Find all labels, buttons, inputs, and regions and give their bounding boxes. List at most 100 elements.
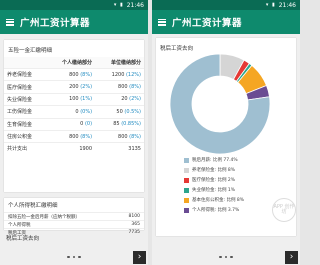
- company-amount: 800: [118, 84, 128, 91]
- company-amount: 3135: [128, 145, 141, 152]
- personal-cell: 800 (8%): [46, 67, 96, 81]
- legend-item: 税后月薪: 比例 77.4%: [184, 155, 244, 165]
- table-row: 失业保险金 100 (1%) 20 (2%): [4, 92, 144, 106]
- stage: ▾ ▮ 21:46 广州工资计算器 五险一金汇缴明细 个人缴纳部分 单位缴纳部分…: [0, 0, 300, 265]
- tax-card: 个人所得税汇缴明细 扣除五险一金后月薪（应纳个税额） 8100 个人所得税 365 税后…: [4, 198, 144, 236]
- legend-item: 个人所得税: 比例 3.7%: [184, 205, 244, 215]
- menu-icon[interactable]: [6, 18, 14, 26]
- row-label: 共计支出: [4, 142, 47, 155]
- table-row: 养老保险金 800 (8%) 1200 (12%): [4, 67, 144, 81]
- legend-label: 失业保险金: 比例 1%: [192, 188, 236, 193]
- next-button[interactable]: ›: [133, 251, 146, 264]
- page-indicator: [152, 251, 300, 263]
- legend-label: 税后月薪: 比例 77.4%: [192, 158, 238, 163]
- status-time: 21:46: [278, 1, 296, 9]
- aftertax-section-title: 税后工资去向: [6, 236, 40, 242]
- company-percent: (0.5%): [124, 108, 141, 115]
- company-cell: 20 (2%): [95, 92, 144, 106]
- legend-label: 基本住房公积金: 比例 8%: [192, 198, 245, 203]
- company-cell: 1200 (12%): [95, 67, 144, 81]
- company-percent: (0.85%): [121, 121, 141, 128]
- insurance-card: 五险一金汇缴明细 个人缴纳部分 单位缴纳部分 养老保险金 800 (8%) 1200…: [4, 40, 144, 192]
- company-percent: (8%): [129, 133, 141, 140]
- row-label: 失业保险金: [4, 92, 47, 106]
- personal-cell: 0 (0%): [46, 105, 96, 118]
- legend-item: 医疗保险金: 比例 2%: [184, 175, 244, 185]
- page-dot: [78, 255, 81, 259]
- status-bar: ▾ ▮ 21:46: [152, 0, 300, 10]
- app-bar: 广州工资计算器: [0, 10, 148, 34]
- legend-swatch: [184, 197, 189, 203]
- row-label: 工伤保险金: [4, 105, 47, 118]
- page-dot: [224, 255, 228, 259]
- personal-percent: (0%): [80, 108, 93, 115]
- page-indicator: [0, 251, 148, 263]
- watermark-logo: APP 创作坊: [272, 198, 296, 222]
- legend-swatch: [184, 157, 189, 163]
- legend-item: 失业保险金: 比例 1%: [184, 185, 244, 195]
- table-header-cell: 单位缴纳部分: [95, 57, 144, 69]
- legend-label: 养老保险金: 比例 8%: [192, 168, 236, 173]
- status-icons: ▾ ▮: [113, 2, 124, 8]
- personal-cell: 1900: [46, 142, 96, 155]
- table-row: 生育保险金 0 (0) 85 (0.85%): [4, 117, 144, 131]
- row-label: 生育保险金: [4, 117, 47, 131]
- row-label: 医疗保险金: [4, 80, 47, 94]
- app-title: 广州工资计算器: [20, 18, 91, 29]
- company-amount: 1200: [111, 71, 125, 78]
- company-percent: (12%): [125, 71, 141, 78]
- personal-amount: 100: [69, 96, 79, 103]
- company-amount: 50: [116, 108, 123, 115]
- chart-legend: 税后月薪: 比例 77.4% 养老保险金: 比例 8% 医疗保险金: 比例 2% 失业…: [184, 155, 244, 215]
- insurance-table: 个人缴纳部分 单位缴纳部分 养老保险金 800 (8%) 1200 (12%) 医疗保…: [4, 57, 144, 155]
- app-title: 广州工资计算器: [172, 18, 243, 29]
- company-cell: 800 (8%): [95, 129, 144, 143]
- status-time: 21:46: [126, 1, 144, 9]
- legend-swatch: [184, 177, 189, 183]
- table-header-cell: [4, 57, 47, 69]
- personal-cell: 100 (1%): [46, 92, 96, 106]
- personal-amount: 1900: [79, 145, 93, 152]
- page-dot: [219, 255, 222, 259]
- donut-chart-svg: [169, 53, 271, 155]
- table-header-cell: 个人缴纳部分: [46, 57, 96, 69]
- status-bar: ▾ ▮ 21:46: [0, 0, 148, 10]
- personal-percent: (8%): [80, 133, 93, 140]
- personal-cell: 800 (8%): [46, 129, 96, 143]
- personal-percent: (1%): [80, 96, 93, 103]
- table-row: 医疗保险金 200 (2%) 800 (8%): [4, 80, 144, 94]
- table-row: 工伤保险金 0 (0%) 50 (0.5%): [4, 105, 144, 118]
- right-screen: ▾ ▮ 21:46 广州工资计算器 税后工资去向 税后月薪: 比例 77.4% 养…: [152, 0, 300, 265]
- personal-cell: 200 (2%): [46, 80, 96, 94]
- company-amount: 85: [113, 121, 120, 128]
- tax-value: 365: [131, 221, 140, 227]
- row-label: 养老保险金: [4, 67, 47, 81]
- personal-amount: 800: [69, 133, 79, 140]
- page-dot: [230, 255, 233, 259]
- company-cell: 800 (8%): [95, 80, 144, 94]
- menu-icon[interactable]: [158, 18, 166, 26]
- tax-label: 扣除五险一金后月薪（应纳个税额）: [8, 214, 80, 220]
- table-header-row: 个人缴纳部分 单位缴纳部分: [4, 57, 144, 69]
- page-dot: [67, 255, 70, 259]
- company-cell: 3135: [95, 142, 144, 155]
- company-amount: 800: [118, 133, 128, 140]
- legend-item: 基本住房公积金: 比例 8%: [184, 195, 244, 205]
- donut-chart: [168, 52, 272, 156]
- company-percent: (8%): [129, 84, 141, 91]
- tax-value: 8100: [128, 213, 140, 219]
- tax-section-title: 个人所得税汇缴明细: [8, 203, 58, 209]
- personal-percent: (8%): [80, 71, 93, 78]
- page-dot: [72, 255, 76, 259]
- personal-amount: 200: [69, 84, 79, 91]
- legend-label: 医疗保险金: 比例 2%: [192, 178, 236, 183]
- insurance-table-body: 养老保险金 800 (8%) 1200 (12%) 医疗保险金 200 (2%) 800 …: [4, 67, 144, 155]
- company-cell: 85 (0.85%): [95, 117, 144, 131]
- company-percent: (2%): [129, 96, 141, 103]
- next-button[interactable]: ›: [285, 251, 298, 264]
- row-label: 住房公积金: [4, 129, 47, 143]
- legend-swatch: [184, 167, 189, 173]
- legend-swatch: [184, 187, 189, 193]
- app-bar: 广州工资计算器: [152, 10, 300, 34]
- legend-swatch: [184, 207, 189, 213]
